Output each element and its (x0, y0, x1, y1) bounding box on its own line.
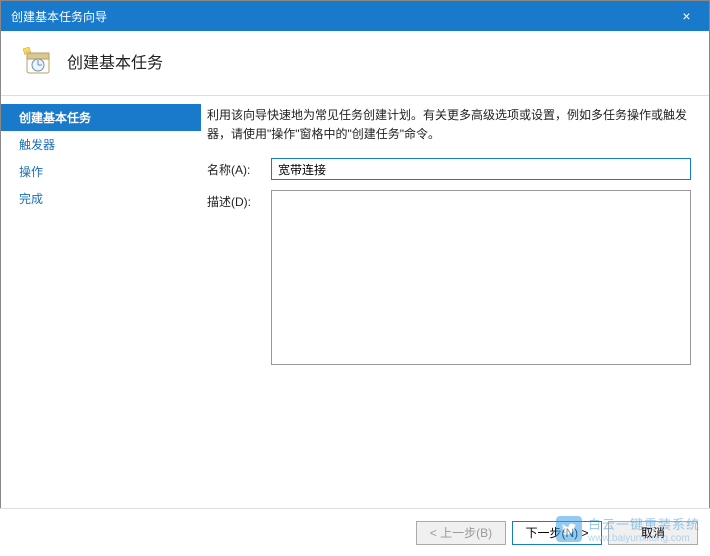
cancel-button[interactable]: 取消 (608, 521, 698, 545)
window-title: 创建基本任务向导 (11, 8, 664, 25)
sidebar-item-create-task[interactable]: 创建基本任务 (1, 104, 201, 131)
name-label: 名称(A): (207, 158, 271, 178)
instruction-text: 利用该向导快速地为常见任务创建计划。有关更多高级选项或设置，例如多任务操作或触发… (207, 106, 691, 144)
sidebar-item-trigger[interactable]: 触发器 (1, 131, 201, 158)
sidebar-item-label: 创建基本任务 (19, 111, 91, 125)
calendar-task-icon (21, 45, 53, 77)
description-label: 描述(D): (207, 190, 271, 210)
description-textarea[interactable] (271, 190, 691, 365)
wizard-title: 创建基本任务 (67, 49, 163, 73)
close-icon: × (682, 8, 690, 24)
sidebar-item-label: 操作 (19, 165, 43, 179)
next-button[interactable]: 下一步(N) > (512, 521, 602, 545)
sidebar-item-finish[interactable]: 完成 (1, 185, 201, 212)
wizard-content: 利用该向导快速地为常见任务创建计划。有关更多高级选项或设置，例如多任务操作或触发… (201, 96, 709, 505)
back-button: < 上一步(B) (416, 521, 506, 545)
sidebar-item-label: 完成 (19, 192, 43, 206)
sidebar-item-label: 触发器 (19, 138, 55, 152)
name-input[interactable] (271, 158, 691, 180)
wizard-steps-sidebar: 创建基本任务 触发器 操作 完成 (1, 96, 201, 505)
titlebar: 创建基本任务向导 × (1, 1, 709, 31)
name-row: 名称(A): (207, 158, 691, 180)
description-row: 描述(D): (207, 190, 691, 365)
sidebar-item-action[interactable]: 操作 (1, 158, 201, 185)
close-button[interactable]: × (664, 1, 709, 31)
wizard-footer: < 上一步(B) 下一步(N) > 取消 (0, 508, 710, 556)
wizard-body: 创建基本任务 触发器 操作 完成 利用该向导快速地为常见任务创建计划。有关更多高… (1, 96, 709, 505)
wizard-header: 创建基本任务 (1, 31, 709, 96)
